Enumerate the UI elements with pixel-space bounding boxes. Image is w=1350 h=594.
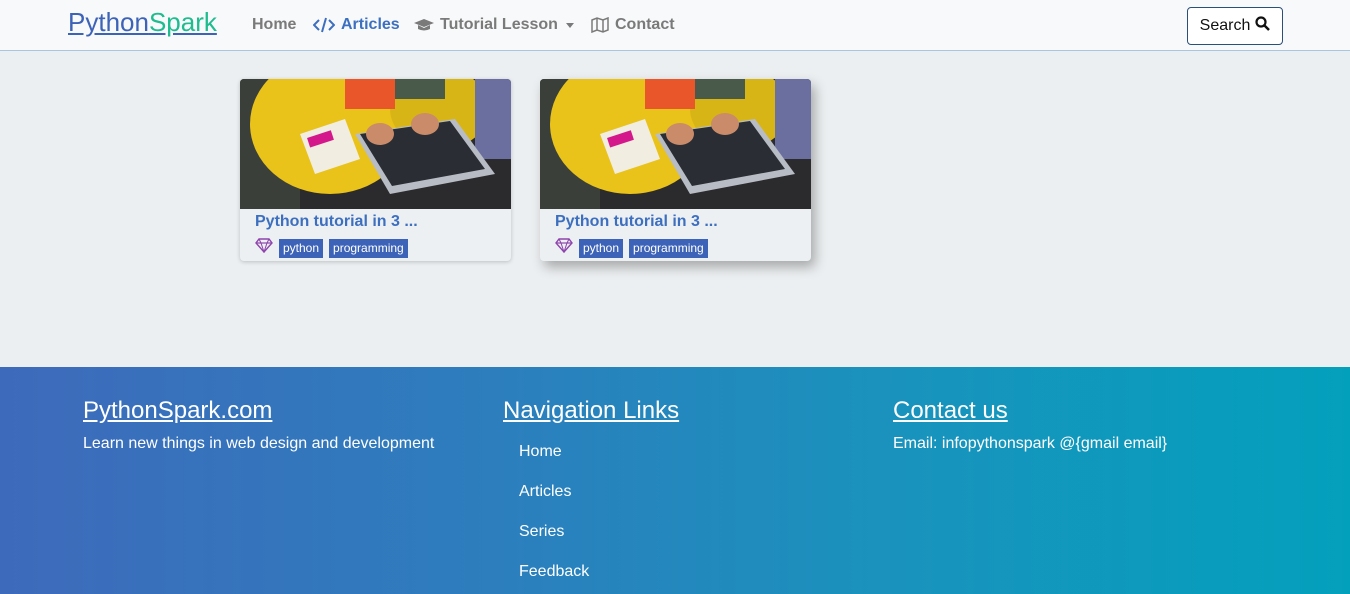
map-icon	[591, 17, 609, 33]
footer-nav-heading[interactable]: Navigation Links	[503, 397, 679, 425]
footer-link-articles[interactable]: Articles	[519, 483, 571, 501]
navbar: PythonSpark Home Articles Tutorial Lesso…	[0, 0, 1350, 51]
tag-programming[interactable]: programming	[329, 238, 408, 258]
brand-part-python: Python	[68, 7, 149, 37]
footer-contact-heading[interactable]: Contact us	[893, 397, 1008, 425]
article-thumbnail-image[interactable]	[240, 79, 511, 209]
search-button[interactable]: Search	[1187, 7, 1283, 45]
search-button-label: Search	[1199, 17, 1251, 34]
article-card[interactable]: Python tutorial in 3 ... python programm…	[540, 79, 811, 261]
brand-part-spark: Spark	[148, 7, 217, 37]
gem-icon	[255, 238, 273, 258]
article-tags: python programming	[555, 238, 708, 258]
tag-python[interactable]: python	[579, 238, 624, 258]
footer-link-home[interactable]: Home	[519, 443, 562, 461]
footer-link-series[interactable]: Series	[519, 523, 564, 541]
code-icon	[313, 17, 335, 33]
footer: PythonSpark.com Learn new things in web …	[0, 367, 1350, 594]
article-title[interactable]: Python tutorial in 3 ...	[555, 213, 718, 231]
nav-home[interactable]: Home	[252, 16, 296, 34]
tag-python[interactable]: python	[279, 238, 324, 258]
nav-articles-label: Articles	[341, 16, 400, 33]
nav-contact[interactable]: Contact	[591, 16, 675, 34]
footer-contact-email: Email: infopythonspark @{gmail email}	[893, 435, 1168, 452]
article-card[interactable]: Python tutorial in 3 ... python programm…	[240, 79, 511, 261]
chevron-down-icon	[565, 22, 574, 28]
gem-icon	[555, 238, 573, 258]
article-tags: python programming	[255, 238, 408, 258]
nav-articles[interactable]: Articles	[313, 16, 400, 34]
footer-link-feedback[interactable]: Feedback	[519, 563, 589, 581]
article-thumbnail-image[interactable]	[540, 79, 811, 209]
nav-tutorial-lesson-dropdown[interactable]: Tutorial Lesson	[414, 16, 574, 34]
graduation-cap-icon	[414, 17, 434, 33]
footer-site-heading[interactable]: PythonSpark.com	[83, 397, 272, 425]
brand-logo[interactable]: PythonSpark	[68, 7, 217, 38]
article-title[interactable]: Python tutorial in 3 ...	[255, 213, 418, 231]
footer-site-description: Learn new things in web design and devel…	[83, 435, 435, 452]
search-icon	[1255, 16, 1271, 36]
tag-programming[interactable]: programming	[629, 238, 708, 258]
nav-contact-label: Contact	[615, 16, 675, 33]
nav-home-label: Home	[252, 16, 297, 33]
nav-tutorial-label: Tutorial Lesson	[440, 16, 558, 33]
